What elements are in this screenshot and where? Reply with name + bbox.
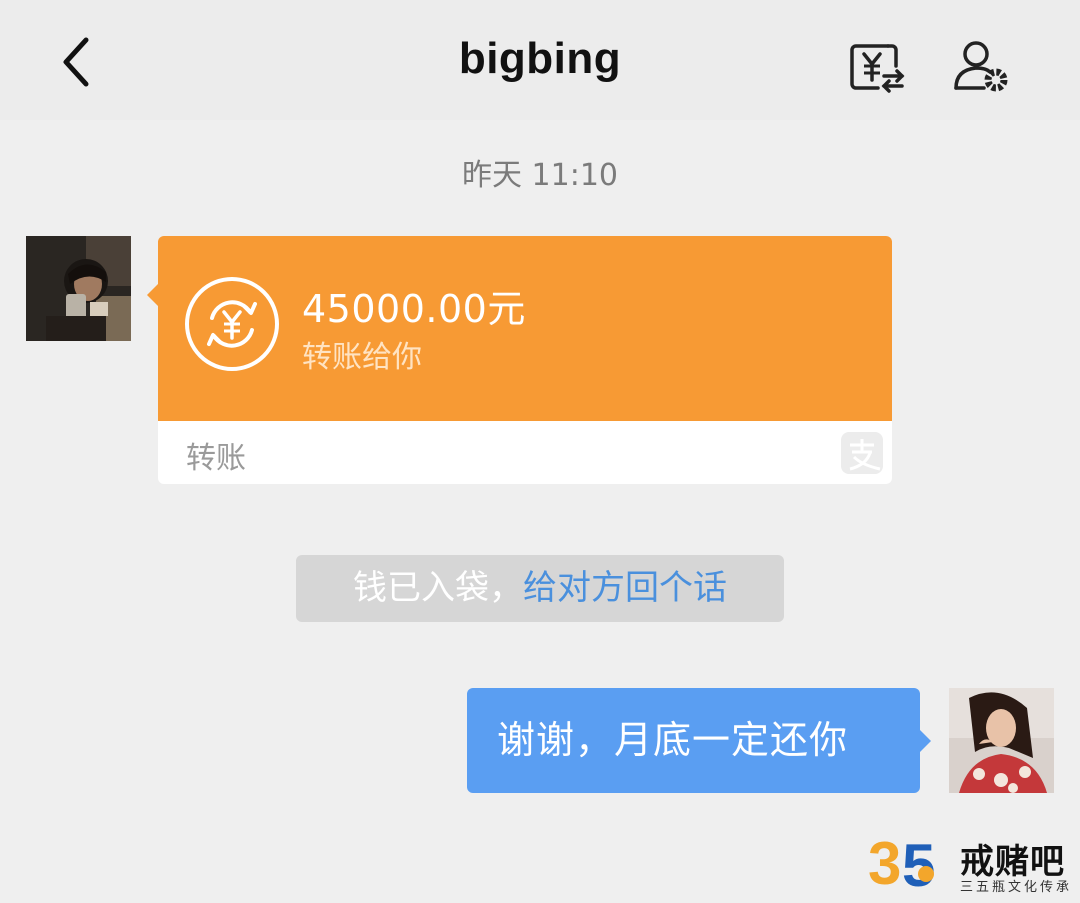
chat-title: bigbing <box>458 34 622 83</box>
transfer-footer-label: 转账 <box>186 441 246 476</box>
chat-profile-button[interactable] <box>950 36 1014 96</box>
bubble-tail <box>147 284 158 306</box>
chat-screen: bigbing 昨天 11:10 45000.00元 转账给你 转账 钱已入袋，… <box>0 0 1080 903</box>
svg-text:5: 5 <box>902 832 935 894</box>
watermark-subtitle: 三五瓶文化传承 <box>960 880 1073 895</box>
brand-logo: 3 5 <box>868 830 935 894</box>
notice-text: 钱已入袋， <box>353 568 523 608</box>
received-notice: 钱已入袋，给对方回个话 <box>296 555 784 622</box>
yuan-exchange-icon <box>185 277 279 371</box>
outgoing-message-text: 谢谢，月底一定还你 <box>497 718 849 762</box>
transfer-amount: 45000.00元 <box>302 287 526 331</box>
watermark: 3 5 戒赌吧 三五瓶文化传承 <box>868 830 1073 896</box>
contact-avatar[interactable] <box>26 236 131 341</box>
chat-header: bigbing <box>0 0 1080 120</box>
transfer-card[interactable]: 45000.00元 转账给你 转账 <box>147 236 892 484</box>
message-timestamp: 昨天 11:10 <box>462 158 618 193</box>
transfer-subtitle: 转账给你 <box>302 340 422 375</box>
transfer-card-footer: 转账 <box>158 421 892 484</box>
alipay-icon <box>841 432 883 474</box>
transfer-button[interactable] <box>848 36 908 96</box>
my-avatar[interactable] <box>949 688 1054 793</box>
user-settings-icon <box>954 41 1008 92</box>
transfer-card-header: 45000.00元 转账给你 <box>158 236 892 421</box>
outgoing-message-bubble[interactable]: 谢谢，月底一定还你 <box>467 688 931 793</box>
reply-link[interactable]: 给对方回个话 <box>523 568 727 608</box>
svg-text:3: 3 <box>868 830 901 894</box>
yuan-transfer-icon <box>850 44 905 93</box>
bubble-tail <box>920 730 931 752</box>
